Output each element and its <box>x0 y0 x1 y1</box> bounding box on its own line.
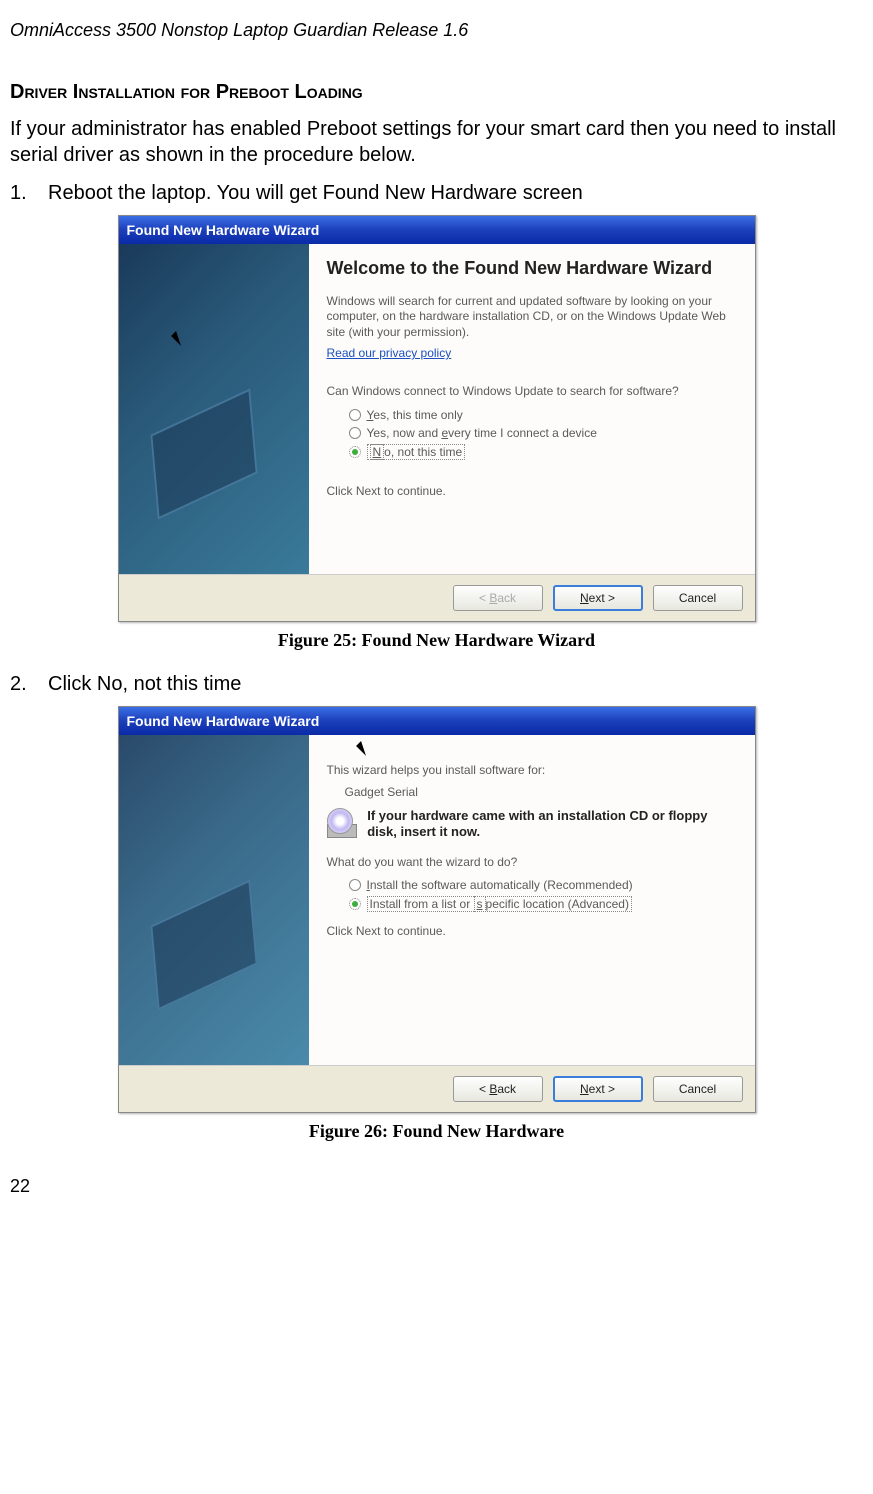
titlebar: Found New Hardware Wizard <box>119 216 755 244</box>
window-title: Found New Hardware Wizard <box>127 713 320 729</box>
wizard-question: What do you want the wizard to do? <box>327 855 737 871</box>
found-new-hardware-dialog-2: Found New Hardware Wizard This wizard he… <box>118 706 756 1113</box>
cd-icon <box>327 808 358 838</box>
cd-hint: If your hardware came with an installati… <box>367 808 736 841</box>
wizard-description: Windows will search for current and upda… <box>327 294 737 341</box>
figure-caption-26: Figure 26: Found New Hardware <box>10 1121 863 1142</box>
back-button: < Back <box>453 585 543 611</box>
intro-paragraph: If your administrator has enabled Preboo… <box>10 116 863 168</box>
cancel-button[interactable]: Cancel <box>653 1076 743 1102</box>
step-2: 2. Click No, not this time <box>10 673 863 696</box>
radio-label: Yes, now and every time I connect a devi… <box>367 426 597 440</box>
step-number: 2. <box>10 673 30 696</box>
wizard-sidebar-image <box>119 735 309 1065</box>
section-heading: Driver Installation for Preboot Loading <box>10 81 863 104</box>
window-title: Found New Hardware Wizard <box>127 222 320 238</box>
radio-label: Install the software automatically (Reco… <box>367 878 633 892</box>
figure-caption-25: Figure 25: Found New Hardware Wizard <box>10 630 863 651</box>
button-bar: < Back Next > Cancel <box>119 1065 755 1112</box>
page-number: 22 <box>10 1176 863 1197</box>
wizard-question: Can Windows connect to Windows Update to… <box>327 384 737 400</box>
radio-icon-selected <box>349 446 361 458</box>
radio-label: Install from a list or specific location… <box>367 896 632 912</box>
wizard-sidebar-image <box>119 244 309 574</box>
step-1: 1. Reboot the laptop. You will get Found… <box>10 182 863 205</box>
cancel-button[interactable]: Cancel <box>653 585 743 611</box>
continue-hint: Click Next to continue. <box>327 924 737 940</box>
radio-yes-always[interactable]: Yes, now and every time I connect a devi… <box>349 424 737 442</box>
next-button[interactable]: Next > <box>553 1076 643 1102</box>
found-new-hardware-dialog-1: Found New Hardware Wizard Welcome to the… <box>118 215 756 622</box>
button-bar: < Back Next > Cancel <box>119 574 755 621</box>
radio-list-location[interactable]: Install from a list or specific location… <box>349 894 737 914</box>
radio-icon <box>349 427 361 439</box>
radio-icon-selected <box>349 898 361 910</box>
titlebar: Found New Hardware Wizard <box>119 707 755 735</box>
back-button[interactable]: < Back <box>453 1076 543 1102</box>
page-header: OmniAccess 3500 Nonstop Laptop Guardian … <box>10 20 863 41</box>
cursor-icon <box>171 326 191 346</box>
wizard-intro: This wizard helps you install software f… <box>327 763 737 779</box>
radio-no[interactable]: No, not this time <box>349 442 737 462</box>
step-text: Click No, not this time <box>48 673 241 696</box>
radio-icon <box>349 879 361 891</box>
radio-auto-install[interactable]: Install the software automatically (Reco… <box>349 876 737 894</box>
radio-label: Yes, this time only <box>367 408 463 422</box>
device-name: Gadget Serial <box>345 785 737 801</box>
radio-icon <box>349 409 361 421</box>
step-number: 1. <box>10 182 30 205</box>
continue-hint: Click Next to continue. <box>327 484 737 500</box>
next-button[interactable]: Next > <box>553 585 643 611</box>
privacy-link[interactable]: Read our privacy policy <box>327 346 452 360</box>
step-text: Reboot the laptop. You will get Found Ne… <box>48 182 583 205</box>
radio-label: No, not this time <box>367 444 466 460</box>
wizard-heading: Welcome to the Found New Hardware Wizard <box>327 258 737 280</box>
radio-yes-once[interactable]: Yes, this time only <box>349 406 737 424</box>
